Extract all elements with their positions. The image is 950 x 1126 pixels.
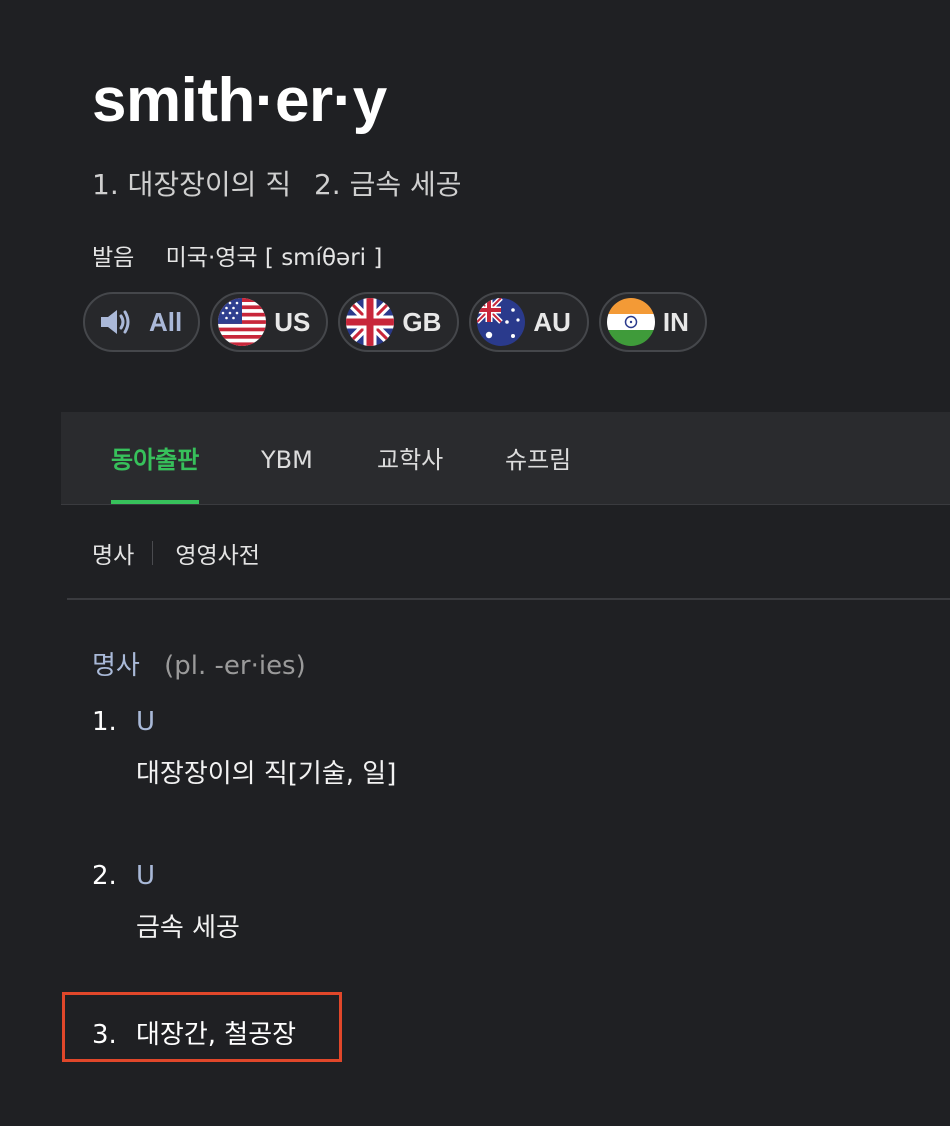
- play-all-button[interactable]: All: [83, 292, 201, 352]
- play-all-label: All: [149, 306, 183, 337]
- sense-number: 2.: [92, 861, 117, 891]
- subtab-noun[interactable]: 명사: [92, 536, 134, 570]
- tab-ybm[interactable]: YBM: [261, 412, 313, 504]
- play-gb-label: GB: [402, 306, 442, 337]
- tab-donga[interactable]: 동아출판: [111, 412, 200, 504]
- us-flag-icon: [218, 298, 267, 346]
- play-in-label: IN: [662, 306, 689, 337]
- tab-kyohaksa[interactable]: 교학사: [377, 412, 443, 504]
- highlight-box: [62, 992, 342, 1062]
- play-gb-button[interactable]: GB: [338, 292, 460, 352]
- subtab-divider: [152, 541, 154, 565]
- speaker-icon: [101, 310, 130, 334]
- au-flag-icon: [477, 298, 526, 346]
- sense-definition: 금속 세공: [136, 913, 240, 943]
- pronunciation-row: 발음 미국·영국 [ smíθəri ]: [92, 238, 382, 272]
- audio-buttons: All US GB AU IN: [83, 292, 707, 352]
- pronunciation-ipa: [ smíθəri ]: [264, 245, 383, 271]
- part-of-speech-line: 명사 (pl. -er·ies): [92, 645, 306, 682]
- summary-item: 2. 금속 세공: [313, 168, 462, 201]
- pronunciation-region: 미국·영국: [165, 245, 258, 271]
- play-us-button[interactable]: US: [210, 292, 329, 352]
- grammar-label: U: [136, 861, 156, 891]
- sense-item: 2. U 금속 세공: [92, 861, 240, 943]
- sub-tabs: 명사 영영사전: [92, 536, 260, 570]
- play-in-button[interactable]: IN: [598, 292, 707, 352]
- part-of-speech: 명사: [92, 651, 140, 681]
- plural-note: (pl. -er·ies): [164, 651, 306, 681]
- tab-supreme[interactable]: 슈프림: [505, 412, 571, 504]
- play-us-label: US: [274, 306, 311, 337]
- gb-flag-icon: [346, 298, 395, 346]
- sense-number: 1.: [92, 707, 117, 737]
- section-divider: [67, 598, 950, 600]
- in-flag-icon: [606, 298, 655, 346]
- play-au-label: AU: [533, 306, 571, 337]
- summary-item: 1. 대장장이의 직: [92, 168, 292, 201]
- subtab-english-english[interactable]: 영영사전: [175, 536, 260, 570]
- grammar-label: U: [136, 707, 156, 737]
- meaning-summary: 1. 대장장이의 직 2. 금속 세공: [92, 163, 476, 203]
- play-au-button[interactable]: AU: [469, 292, 589, 352]
- headword: smith·er·y: [92, 66, 387, 135]
- sense-item: 1. U 대장장이의 직[기술, 일]: [92, 707, 396, 789]
- dictionary-tabs: 동아출판 YBM 교학사 슈프림: [61, 412, 950, 505]
- pronunciation-label: 발음: [92, 245, 135, 271]
- sense-definition: 대장장이의 직[기술, 일]: [136, 759, 397, 789]
